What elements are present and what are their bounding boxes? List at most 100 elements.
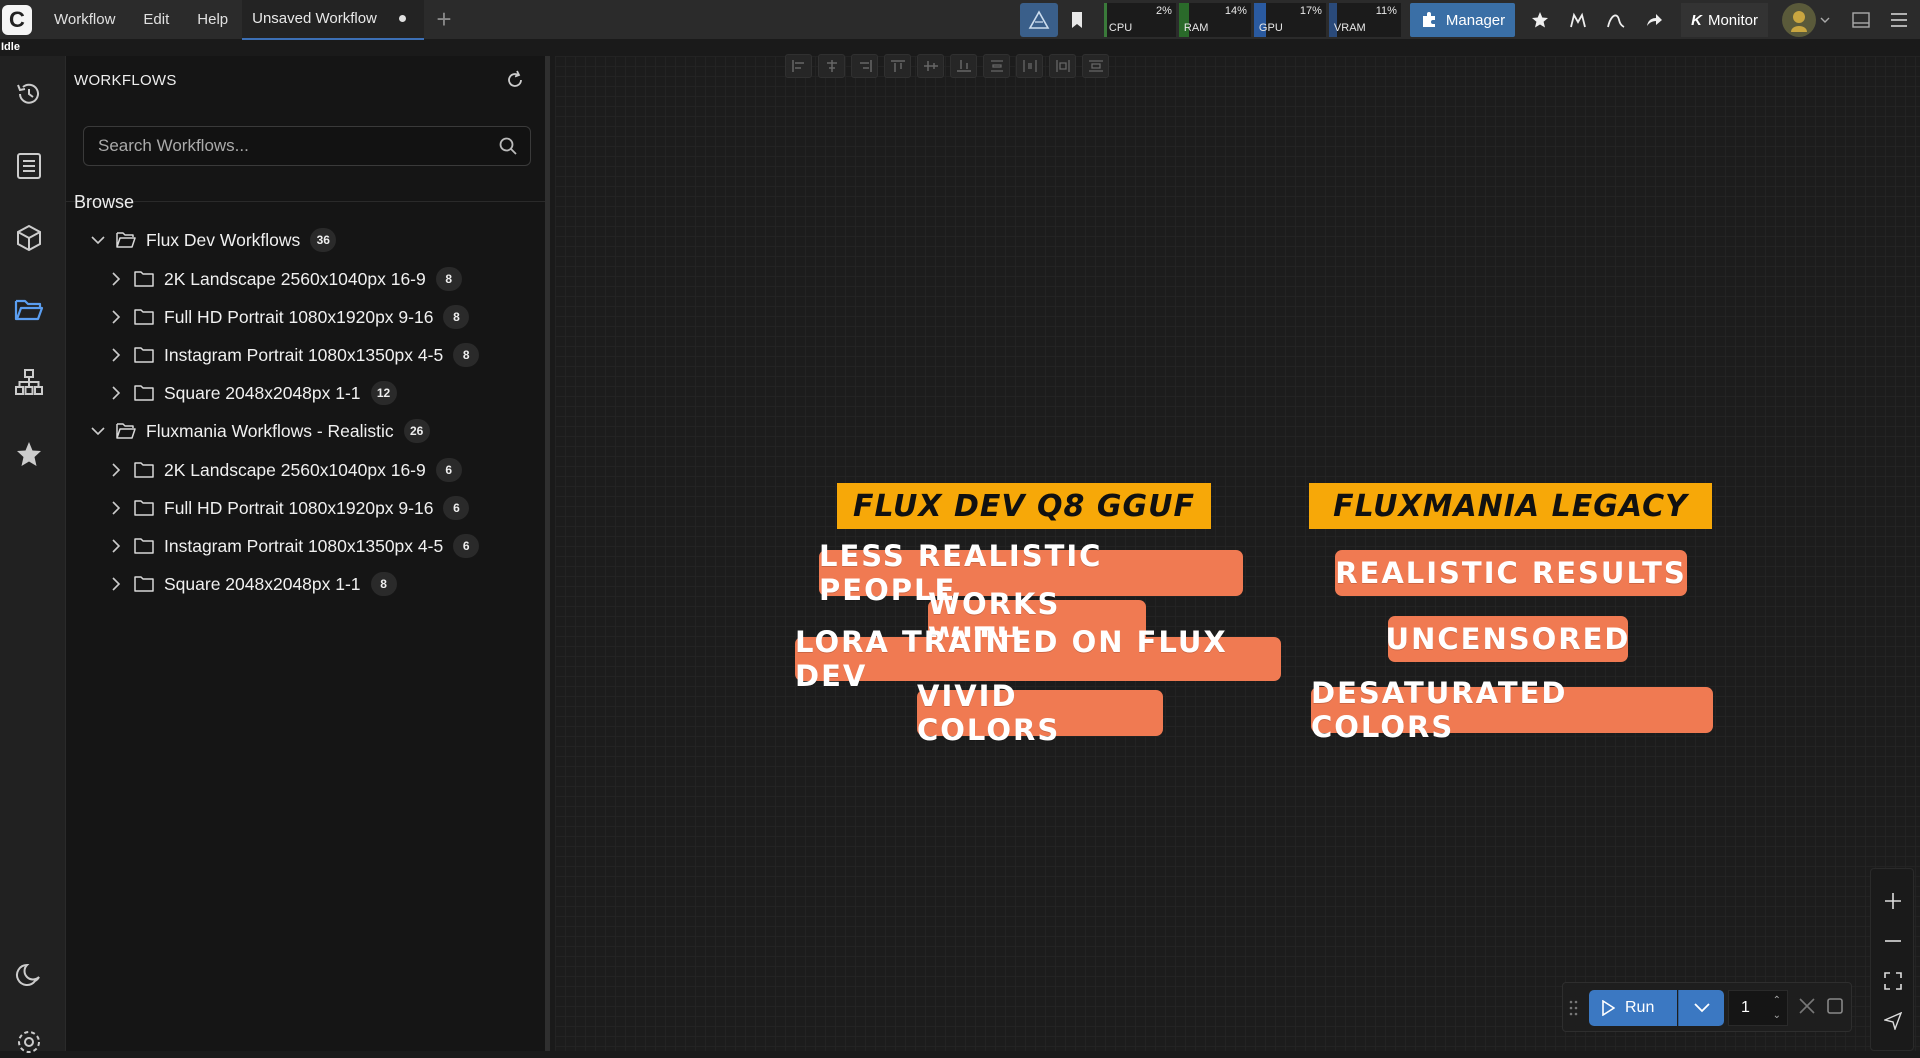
workflows-folder-icon[interactable]: [13, 294, 45, 326]
app-logo[interactable]: C: [2, 4, 32, 35]
folder-label: Full HD Portrait 1080x1920px 9-16: [164, 306, 434, 327]
chevron-down-icon[interactable]: [90, 232, 106, 248]
user-avatar[interactable]: [1782, 3, 1816, 37]
unsaved-dot-icon[interactable]: [398, 15, 406, 22]
folder-label: Fluxmania Workflows - Realistic: [146, 420, 394, 441]
chevron-right-icon[interactable]: [108, 538, 124, 554]
folder-item[interactable]: Instagram Portrait 1080x1350px 4-5 8: [108, 340, 480, 370]
count-badge: 12: [370, 381, 397, 405]
folder-item[interactable]: 2K Landscape 2560x1040px 16-9 6: [108, 455, 462, 485]
distribute-vertical-icon[interactable]: [983, 54, 1010, 78]
monitor-button[interactable]: K Monitor: [1681, 3, 1768, 37]
align-middle-icon[interactable]: [917, 54, 944, 78]
stop-square-icon[interactable]: [1825, 996, 1849, 1020]
align-bottom-icon[interactable]: [950, 54, 977, 78]
fit-view-icon[interactable]: [1881, 969, 1905, 993]
cpu-meter: 2% CPU: [1103, 3, 1176, 37]
manager-button[interactable]: Manager: [1409, 3, 1516, 37]
favorites-star-icon[interactable]: [13, 438, 45, 470]
folder-item[interactable]: Full HD Portrait 1080x1920px 9-16 6: [108, 493, 470, 523]
folder-item[interactable]: Instagram Portrait 1080x1350px 4-5 6: [108, 531, 480, 561]
count-badge: 8: [443, 305, 470, 329]
run-mode-dropdown[interactable]: [1678, 990, 1724, 1026]
chevron-right-icon[interactable]: [108, 271, 124, 287]
chevron-right-icon[interactable]: [108, 576, 124, 592]
bookmark-icon[interactable]: [1058, 3, 1096, 37]
ram-meter-value: 14%: [1224, 5, 1247, 17]
model-library-cube-icon[interactable]: [13, 222, 45, 254]
puzzle-icon: [1422, 12, 1435, 27]
chevron-right-icon[interactable]: [108, 500, 124, 516]
folder-item[interactable]: Square 2048x2048px 1-1 8: [108, 569, 397, 599]
flux-dev-header: FLUX DEV Q8 GGUF: [837, 483, 1211, 529]
chevron-down-icon[interactable]: [1816, 3, 1834, 37]
folder-label: Instagram Portrait 1080x1350px 4-5: [164, 344, 444, 365]
chevron-right-icon[interactable]: [108, 462, 124, 478]
distribute-horizontal-icon[interactable]: [1016, 54, 1043, 78]
count-badge: 8: [370, 572, 397, 596]
folder-icon: [134, 270, 154, 288]
run-button[interactable]: Run: [1589, 990, 1677, 1026]
workflow-tab[interactable]: Unsaved Workflow: [242, 0, 424, 40]
tab-title: Unsaved Workflow: [252, 10, 377, 27]
hamburger-menu-icon[interactable]: [1880, 3, 1918, 37]
menu-help[interactable]: Help: [183, 0, 242, 40]
batch-count-value: 1: [1741, 999, 1750, 1016]
share-icon[interactable]: [1635, 3, 1673, 37]
count-badge: 26: [403, 419, 430, 443]
folder-icon: [134, 384, 154, 402]
search-icon[interactable]: [498, 136, 518, 156]
align-top-icon[interactable]: [884, 54, 911, 78]
status-text: Idle: [1, 41, 20, 53]
batch-count-stepper[interactable]: 1 ⌃ ⌄: [1728, 990, 1788, 1026]
manager-label: Manager: [1445, 11, 1506, 29]
align-right-icon[interactable]: [851, 54, 878, 78]
queue-list-icon[interactable]: [13, 150, 45, 182]
equal-width-icon[interactable]: [1049, 54, 1076, 78]
align-left-icon[interactable]: [785, 54, 812, 78]
node-tree-icon[interactable]: [13, 366, 45, 398]
folder-item[interactable]: Full HD Portrait 1080x1920px 9-16 8: [108, 302, 470, 332]
comfy-triangle-icon[interactable]: [1019, 3, 1058, 37]
folder-fluxmania-workflows[interactable]: Fluxmania Workflows - Realistic 26: [90, 416, 430, 446]
folder-icon: [134, 346, 154, 364]
chevron-right-icon[interactable]: [108, 347, 124, 363]
folder-label: Full HD Portrait 1080x1920px 9-16: [164, 497, 434, 518]
gpu-meter: 17% GPU: [1253, 3, 1326, 37]
equal-height-icon[interactable]: [1082, 54, 1109, 78]
history-icon[interactable]: [13, 78, 45, 110]
menu-workflow[interactable]: Workflow: [40, 0, 129, 40]
new-tab-button[interactable]: +: [424, 0, 464, 40]
refresh-icon[interactable]: [505, 70, 527, 92]
count-badge: 36: [310, 228, 337, 252]
stepper-arrows-icon[interactable]: ⌃ ⌄: [1773, 993, 1781, 1023]
cpu-meter-value: 2%: [1156, 5, 1172, 17]
chevron-right-icon[interactable]: [108, 385, 124, 401]
cancel-close-icon[interactable]: [1797, 996, 1821, 1020]
folder-flux-dev-workflows[interactable]: Flux Dev Workflows 36: [90, 225, 337, 255]
model-alt-icon[interactable]: [1597, 3, 1635, 37]
feature-pill: REALISTIC RESULTS: [1335, 550, 1687, 596]
drag-handle-icon[interactable]: [1569, 999, 1579, 1017]
count-badge: 6: [435, 458, 462, 482]
zoom-in-icon[interactable]: [1881, 889, 1905, 913]
search-input[interactable]: [84, 127, 484, 165]
settings-gear-icon[interactable]: [13, 1026, 45, 1058]
folder-label: Instagram Portrait 1080x1350px 4-5: [164, 535, 444, 556]
model-icon[interactable]: [1559, 3, 1597, 37]
send-arrow-icon[interactable]: [1881, 1009, 1905, 1033]
folder-item[interactable]: Square 2048x2048px 1-1 12: [108, 378, 397, 408]
star-icon[interactable]: [1521, 3, 1559, 37]
chevron-down-icon[interactable]: [90, 423, 106, 439]
chevron-right-icon[interactable]: [108, 309, 124, 325]
theme-moon-icon[interactable]: [13, 959, 45, 991]
cpu-meter-label: CPU: [1108, 22, 1133, 34]
panel-toggle-icon[interactable]: [1842, 3, 1880, 37]
zoom-out-icon[interactable]: [1881, 929, 1905, 953]
folder-item[interactable]: 2K Landscape 2560x1040px 16-9 8: [108, 264, 462, 294]
folder-icon: [134, 499, 154, 517]
align-center-icon[interactable]: [818, 54, 845, 78]
feature-pill: UNCENSORED: [1386, 616, 1628, 662]
folder-label: 2K Landscape 2560x1040px 16-9: [164, 459, 426, 480]
menu-edit[interactable]: Edit: [129, 0, 183, 40]
